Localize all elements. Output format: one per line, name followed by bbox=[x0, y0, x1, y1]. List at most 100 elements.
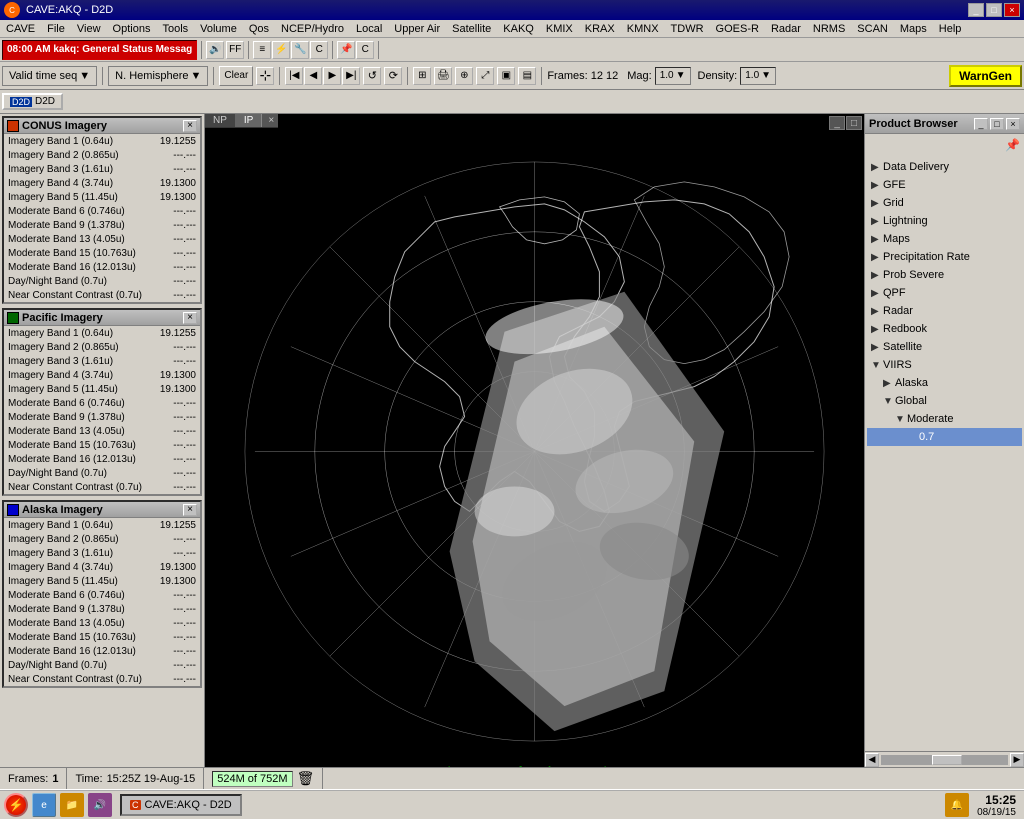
alaska-row-3[interactable]: Imagery Band 3 (1.61u) ---.--- bbox=[4, 546, 200, 560]
pacific-row-6[interactable]: Moderate Band 6 (0.746u) ---.--- bbox=[4, 396, 200, 410]
menu-help[interactable]: Help bbox=[933, 22, 968, 36]
icon-s1[interactable]: 🖨 bbox=[434, 67, 452, 85]
icon-btn-2[interactable]: FF bbox=[226, 41, 244, 59]
alaska-row-6[interactable]: Moderate Band 6 (0.746u) ---.--- bbox=[4, 588, 200, 602]
nav-icon-3[interactable]: 🔧 bbox=[291, 41, 309, 59]
alaska-row-5[interactable]: Imagery Band 5 (11.45u) 19.1300 bbox=[4, 574, 200, 588]
tree-maps[interactable]: ▶ Maps bbox=[867, 230, 1022, 248]
alaska-row-8[interactable]: Moderate Band 13 (4.05u) ---.--- bbox=[4, 616, 200, 630]
tree-viirs[interactable]: ▼ VIIRS bbox=[867, 356, 1022, 374]
menu-satellite[interactable]: Satellite bbox=[446, 22, 497, 36]
horizontal-scrollbar[interactable]: ◀ ▶ bbox=[865, 751, 1024, 767]
map-maximize-btn[interactable]: □ bbox=[846, 116, 862, 130]
menu-options[interactable]: Options bbox=[107, 22, 157, 36]
pacific-row-4[interactable]: Imagery Band 4 (3.74u) 19.1300 bbox=[4, 368, 200, 382]
close-button[interactable]: × bbox=[1004, 3, 1020, 17]
map-close-tab[interactable]: × bbox=[264, 114, 278, 127]
menu-goes-r[interactable]: GOES-R bbox=[710, 22, 765, 36]
tree-radar[interactable]: ▶ Radar bbox=[867, 302, 1022, 320]
warngen-button[interactable]: WarnGen bbox=[949, 65, 1022, 87]
pacific-row-3[interactable]: Imagery Band 3 (1.61u) ---.--- bbox=[4, 354, 200, 368]
menu-tools[interactable]: Tools bbox=[156, 22, 194, 36]
menu-kmnx[interactable]: KMNX bbox=[621, 22, 665, 36]
loop-btn[interactable]: ↺ bbox=[363, 67, 381, 85]
icon-s2[interactable]: ⊕ bbox=[455, 67, 473, 85]
hscroll-right-btn[interactable]: ▶ bbox=[1010, 753, 1024, 767]
conus-row-1[interactable]: Imagery Band 1 (0.64u) 19.1255 bbox=[4, 134, 200, 148]
tree-data-delivery[interactable]: ▶ Data Delivery bbox=[867, 158, 1022, 176]
trash-icon[interactable]: 🗑 bbox=[297, 770, 315, 787]
panel-close-btn[interactable]: × bbox=[1006, 118, 1020, 130]
tree-07[interactable]: 0.7 bbox=[867, 428, 1022, 446]
pacific-row-9[interactable]: Moderate Band 15 (10.763u) ---.--- bbox=[4, 438, 200, 452]
taskbar-logo[interactable]: ⚡ bbox=[4, 793, 28, 817]
menu-cave[interactable]: CAVE bbox=[0, 22, 41, 36]
first-frame-btn[interactable]: |◀ bbox=[285, 67, 303, 85]
taskbar-cave-item[interactable]: C CAVE:AKQ - D2D bbox=[120, 794, 242, 816]
nav-icon-2[interactable]: ⚡ bbox=[272, 41, 290, 59]
tree-redbook[interactable]: ▶ Redbook bbox=[867, 320, 1022, 338]
last-frame-btn[interactable]: ▶| bbox=[342, 67, 360, 85]
conus-row-12[interactable]: Near Constant Contrast (0.7u) ---.--- bbox=[4, 288, 200, 302]
taskbar-right-icon-1[interactable]: 🔔 bbox=[945, 793, 969, 817]
alaska-row-2[interactable]: Imagery Band 2 (0.865u) ---.--- bbox=[4, 532, 200, 546]
tree-alaska[interactable]: ▶ Alaska bbox=[867, 374, 1022, 392]
tree-global[interactable]: ▼ Global bbox=[867, 392, 1022, 410]
alaska-close-btn[interactable]: × bbox=[183, 504, 197, 516]
icon-s4[interactable]: ▣ bbox=[497, 67, 515, 85]
tree-precip-rate[interactable]: ▶ Precipitation Rate bbox=[867, 248, 1022, 266]
pacific-row-10[interactable]: Moderate Band 16 (12.013u) ---.--- bbox=[4, 452, 200, 466]
icon-s3[interactable]: ⤢ bbox=[476, 67, 494, 85]
conus-close-btn[interactable]: × bbox=[183, 120, 197, 132]
cursor-icon[interactable]: C bbox=[356, 41, 374, 59]
conus-row-11[interactable]: Day/Night Band (0.7u) ---.--- bbox=[4, 274, 200, 288]
pacific-row-7[interactable]: Moderate Band 9 (1.378u) ---.--- bbox=[4, 410, 200, 424]
conus-row-5[interactable]: Imagery Band 5 (11.45u) 19.1300 bbox=[4, 190, 200, 204]
conus-row-2[interactable]: Imagery Band 2 (0.865u) ---.--- bbox=[4, 148, 200, 162]
crosshair-btn[interactable]: ⊹ bbox=[256, 67, 274, 85]
taskbar-ie-icon[interactable]: e bbox=[32, 793, 56, 817]
minimize-button[interactable]: _ bbox=[968, 3, 984, 17]
d2d-button[interactable]: D2D D2D bbox=[2, 93, 63, 110]
icon-btn-1[interactable]: 🔊 bbox=[206, 41, 224, 59]
taskbar-folder-icon[interactable]: 📁 bbox=[60, 793, 84, 817]
tree-prob-severe[interactable]: ▶ Prob Severe bbox=[867, 266, 1022, 284]
nav-icon-4[interactable]: C bbox=[310, 41, 328, 59]
tree-satellite[interactable]: ▶ Satellite bbox=[867, 338, 1022, 356]
alaska-row-4[interactable]: Imagery Band 4 (3.74u) 19.1300 bbox=[4, 560, 200, 574]
menu-volume[interactable]: Volume bbox=[194, 22, 243, 36]
alaska-row-11[interactable]: Day/Night Band (0.7u) ---.--- bbox=[4, 658, 200, 672]
pacific-row-2[interactable]: Imagery Band 2 (0.865u) ---.--- bbox=[4, 340, 200, 354]
icon-s5[interactable]: ▤ bbox=[518, 67, 536, 85]
alaska-row-10[interactable]: Moderate Band 16 (12.013u) ---.--- bbox=[4, 644, 200, 658]
tree-moderate[interactable]: ▼ Moderate bbox=[867, 410, 1022, 428]
clear-button[interactable]: Clear bbox=[219, 66, 253, 86]
conus-row-8[interactable]: Moderate Band 13 (4.05u) ---.--- bbox=[4, 232, 200, 246]
menu-file[interactable]: File bbox=[41, 22, 71, 36]
hscroll-thumb[interactable] bbox=[932, 755, 962, 765]
pin-icon[interactable]: 📌 bbox=[337, 41, 355, 59]
tree-qpf[interactable]: ▶ QPF bbox=[867, 284, 1022, 302]
tree-grid[interactable]: ▶ Grid bbox=[867, 194, 1022, 212]
pacific-row-1[interactable]: Imagery Band 1 (0.64u) 19.1255 bbox=[4, 326, 200, 340]
menu-radar[interactable]: Radar bbox=[765, 22, 807, 36]
pacific-row-11[interactable]: Day/Night Band (0.7u) ---.--- bbox=[4, 466, 200, 480]
density-selector[interactable]: 1.0▼ bbox=[740, 67, 776, 85]
hemisphere-button[interactable]: N. Hemisphere ▼ bbox=[108, 66, 208, 86]
map-minimize-btn[interactable]: _ bbox=[829, 116, 845, 130]
hscroll-left-btn[interactable]: ◀ bbox=[865, 753, 879, 767]
conus-row-6[interactable]: Moderate Band 6 (0.746u) ---.--- bbox=[4, 204, 200, 218]
menu-nrms[interactable]: NRMS bbox=[807, 22, 851, 36]
menu-view[interactable]: View bbox=[71, 22, 107, 36]
nav-icon-1[interactable]: ≡ bbox=[253, 41, 271, 59]
menu-maps[interactable]: Maps bbox=[894, 22, 933, 36]
menu-ncep[interactable]: NCEP/Hydro bbox=[275, 22, 350, 36]
taskbar-audio-icon[interactable]: 🔊 bbox=[88, 793, 112, 817]
zoom-rect-btn[interactable]: ⊞ bbox=[413, 67, 431, 85]
pacific-row-12[interactable]: Near Constant Contrast (0.7u) ---.--- bbox=[4, 480, 200, 494]
rock-btn[interactable]: ⟳ bbox=[384, 67, 402, 85]
conus-row-7[interactable]: Moderate Band 9 (1.378u) ---.--- bbox=[4, 218, 200, 232]
map-tab-ip[interactable]: IP bbox=[236, 114, 262, 127]
alaska-row-12[interactable]: Near Constant Contrast (0.7u) ---.--- bbox=[4, 672, 200, 686]
map-area[interactable]: NP IP × _ □ bbox=[205, 114, 864, 767]
